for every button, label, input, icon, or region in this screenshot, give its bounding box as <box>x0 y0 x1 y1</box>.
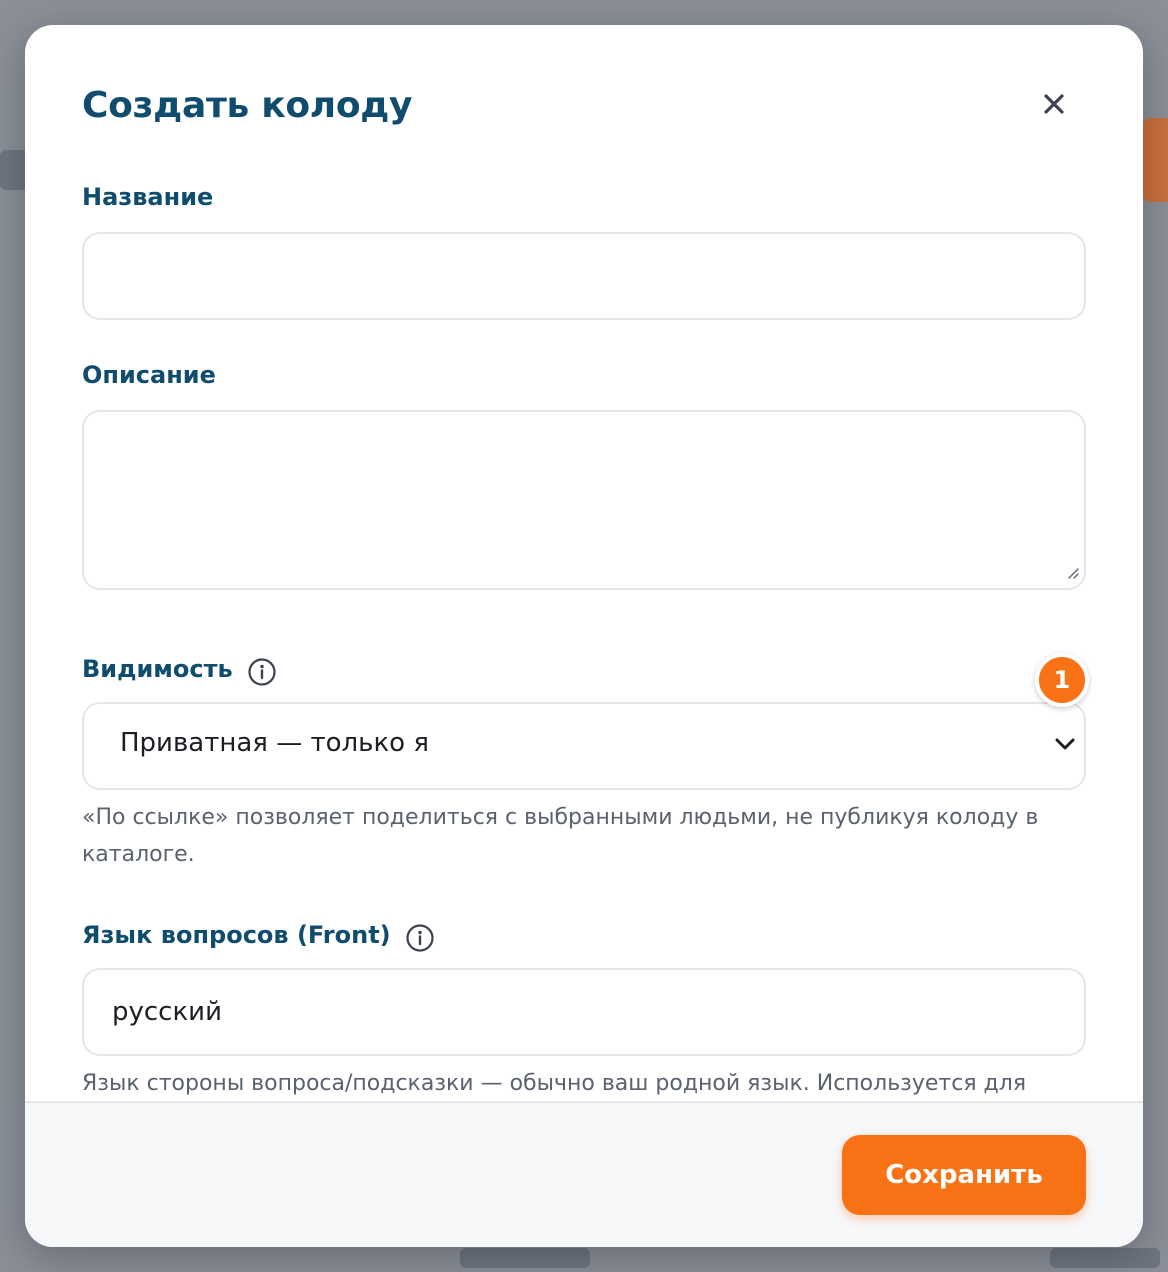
description-field-wrapper <box>82 410 1086 590</box>
background-button <box>1142 118 1168 202</box>
description-textarea[interactable] <box>84 412 1084 588</box>
close-button[interactable] <box>1037 89 1071 123</box>
step-badge: 1 <box>1035 653 1089 707</box>
description-label-text: Описание <box>82 361 216 389</box>
name-field-wrapper <box>82 232 1086 320</box>
create-deck-modal: Создать колоду Название Описание Видимос… <box>25 25 1143 1247</box>
visibility-label: Видимость <box>82 651 277 687</box>
front-language-input[interactable] <box>84 970 1084 1054</box>
modal-footer: Сохранить <box>25 1101 1143 1247</box>
visibility-help-text: «По ссылке» позволяет поделиться с выбра… <box>82 805 1039 867</box>
visibility-label-text: Видимость <box>82 655 233 683</box>
background-element <box>460 1248 590 1268</box>
info-icon[interactable] <box>247 657 277 687</box>
resize-handle-icon[interactable] <box>1064 564 1080 584</box>
name-label-text: Название <box>82 183 214 211</box>
front-language-field-wrapper <box>82 968 1086 1056</box>
front-language-label-text: Язык вопросов (Front) <box>82 921 391 949</box>
save-button[interactable]: Сохранить <box>842 1135 1086 1215</box>
background-element <box>0 150 28 190</box>
background-element <box>1050 1248 1160 1268</box>
front-language-label: Язык вопросов (Front) <box>82 917 435 953</box>
chevron-down-icon <box>1054 736 1076 756</box>
front-language-help-text: Язык стороны вопроса/подсказки — обычно … <box>82 1071 1027 1096</box>
name-label: Название <box>82 183 213 211</box>
visibility-select[interactable]: Приватная — только я <box>82 702 1086 790</box>
modal-title: Создать колоду <box>82 85 413 126</box>
info-icon[interactable] <box>405 923 435 953</box>
name-input[interactable] <box>84 234 1084 318</box>
description-label: Описание <box>82 361 216 389</box>
close-icon <box>1043 93 1065 119</box>
visibility-selected-value: Приватная — только я <box>120 728 429 758</box>
modal-body: Создать колоду Название Описание Видимос… <box>25 25 1143 1101</box>
